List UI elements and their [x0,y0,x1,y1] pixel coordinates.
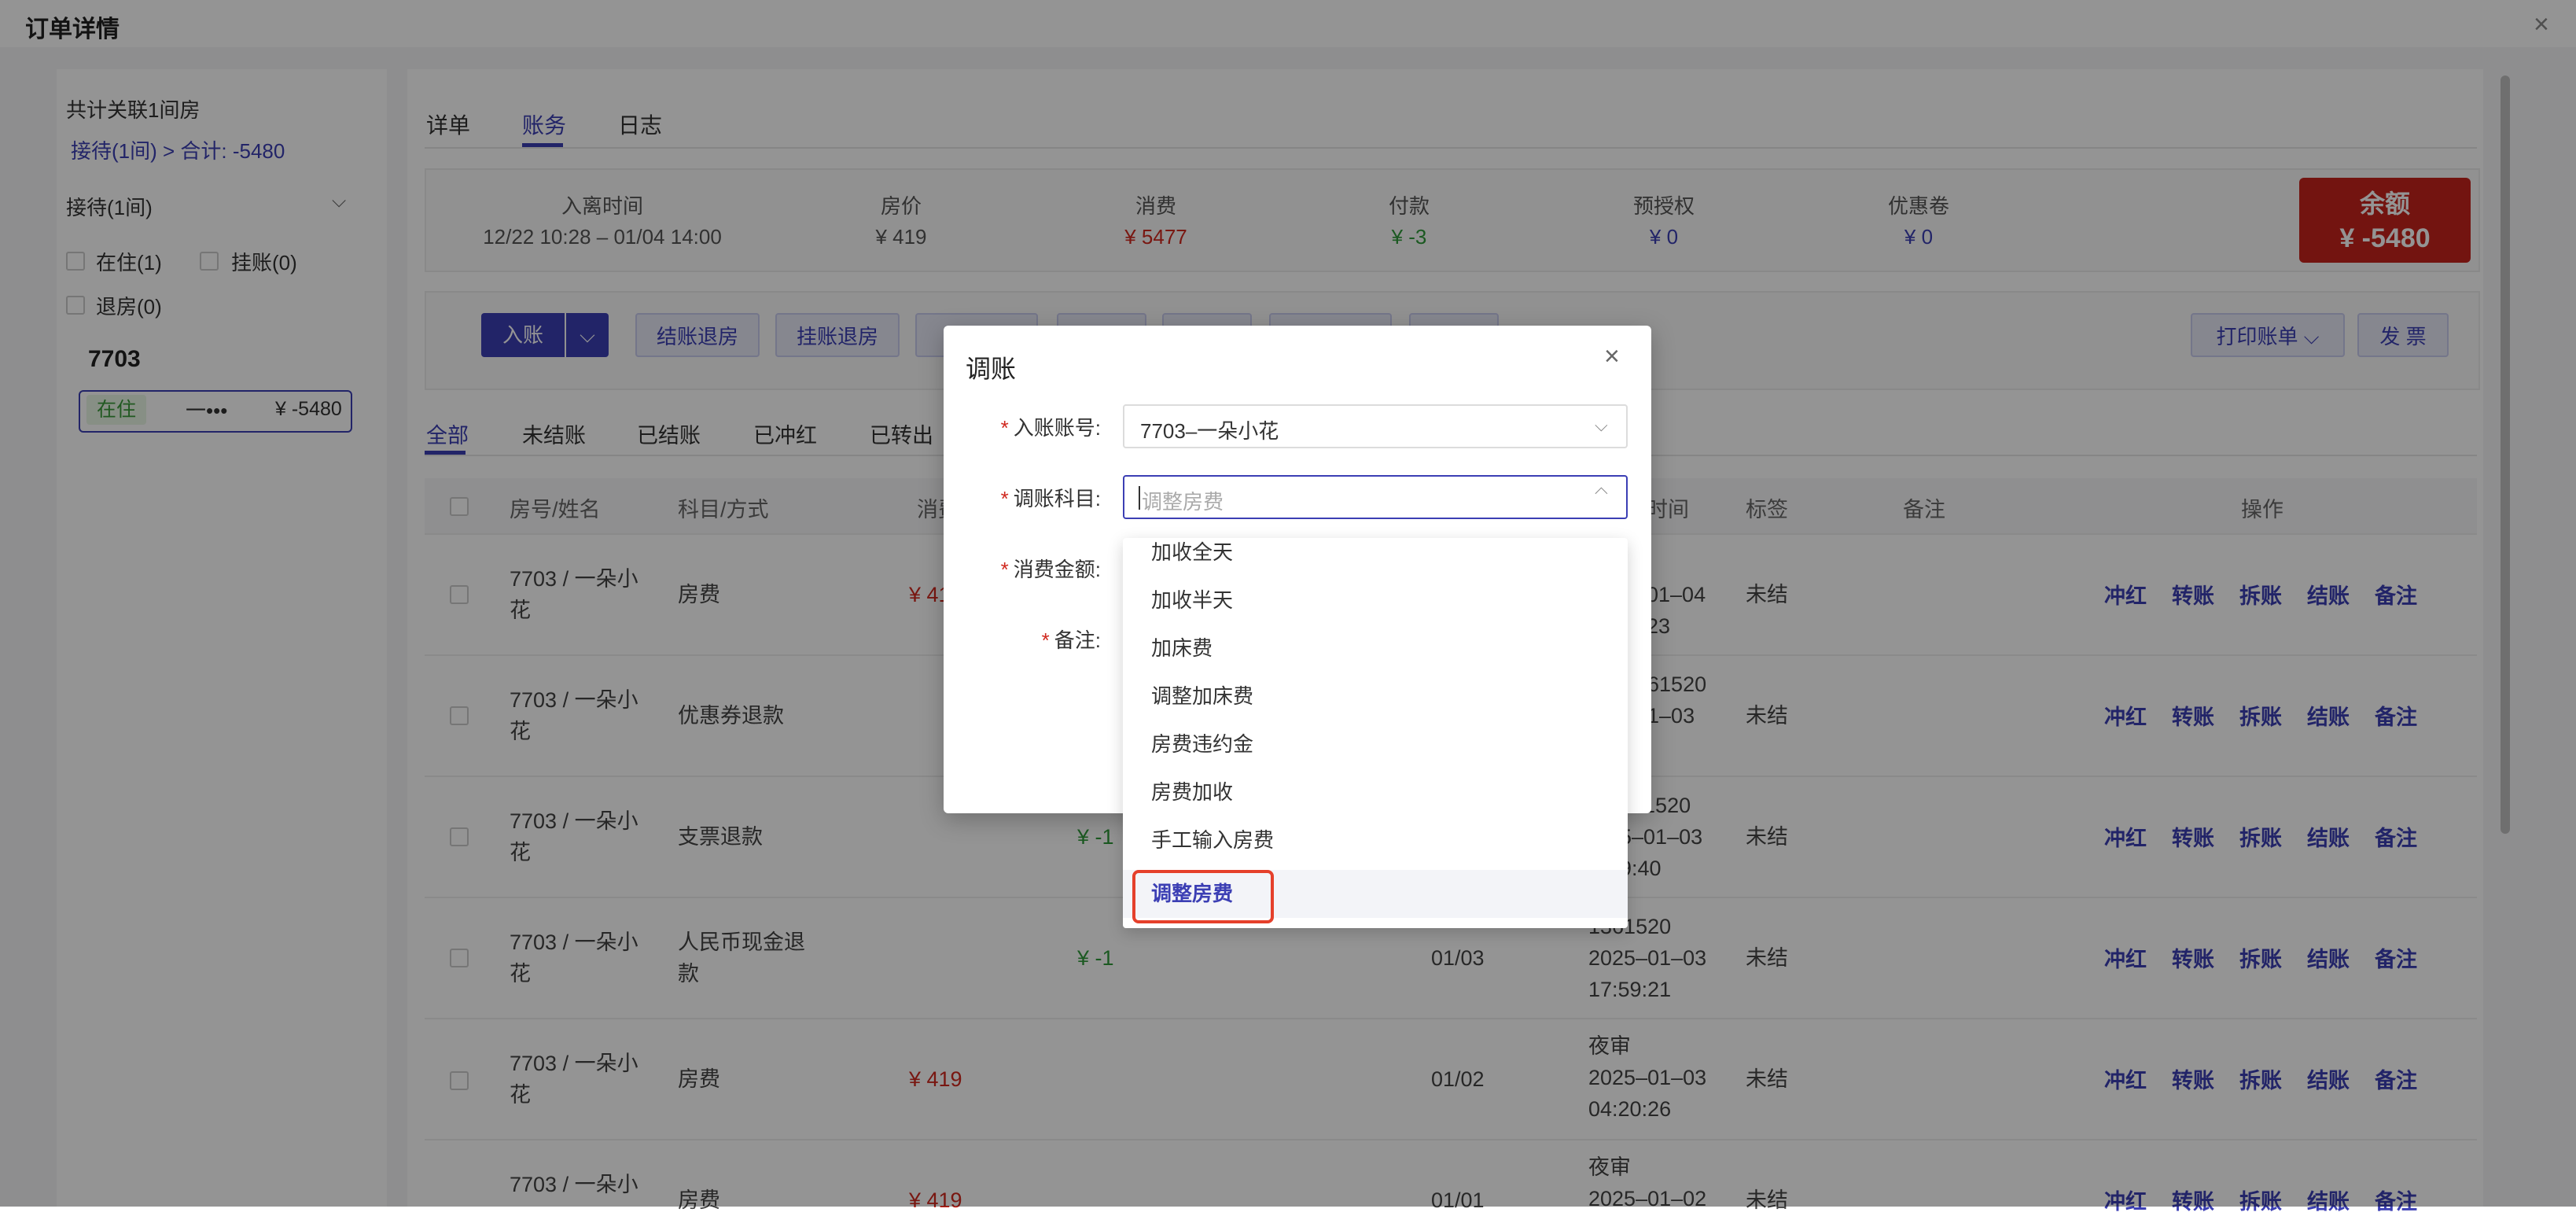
subject-select[interactable]: 调整房费 ⌵ [1123,475,1628,519]
account-label-text: 入账账号: [1013,416,1101,440]
note-label-text: 备注: [1054,628,1101,652]
account-field-label: * 入账账号: [959,412,1101,441]
amount-label-text: 消费金额: [1013,558,1101,581]
required-mark: * [1000,416,1009,440]
subject-label-text: 调账科目: [1013,487,1101,510]
dropdown-option[interactable]: 调整加床费 [1123,672,1628,720]
required-mark: * [1041,628,1050,652]
chevron-down-icon: ⌵ [1595,415,1608,435]
dropdown-option[interactable]: 加床费 [1123,625,1628,672]
text-cursor [1139,486,1140,510]
selection-highlight-box [1132,870,1274,923]
account-select[interactable]: 7703–一朵小花 ⌵ [1123,404,1628,448]
subject-select-placeholder: 调整房费 [1142,490,1224,514]
required-mark: * [1000,487,1009,510]
required-mark: * [1000,558,1009,581]
modal-title: 调账 [966,355,1017,383]
dropdown-option[interactable]: 手工输入房费 [1123,816,1628,864]
account-select-value: 7703–一朵小花 [1140,419,1279,443]
close-icon[interactable]: × [1604,343,1620,370]
dropdown-option[interactable]: 房费加收 [1123,768,1628,816]
subject-field-label: * 调账科目: [959,483,1101,512]
dropdown-option[interactable]: 加收全天 [1123,538,1628,577]
chevron-up-icon: ⌵ [1595,484,1608,503]
amount-field-label: * 消费金额: [959,554,1101,583]
note-field-label: * 备注: [959,625,1101,654]
dropdown-option[interactable]: 房费违约金 [1123,720,1628,768]
dropdown-option[interactable]: 加收半天 [1123,577,1628,625]
